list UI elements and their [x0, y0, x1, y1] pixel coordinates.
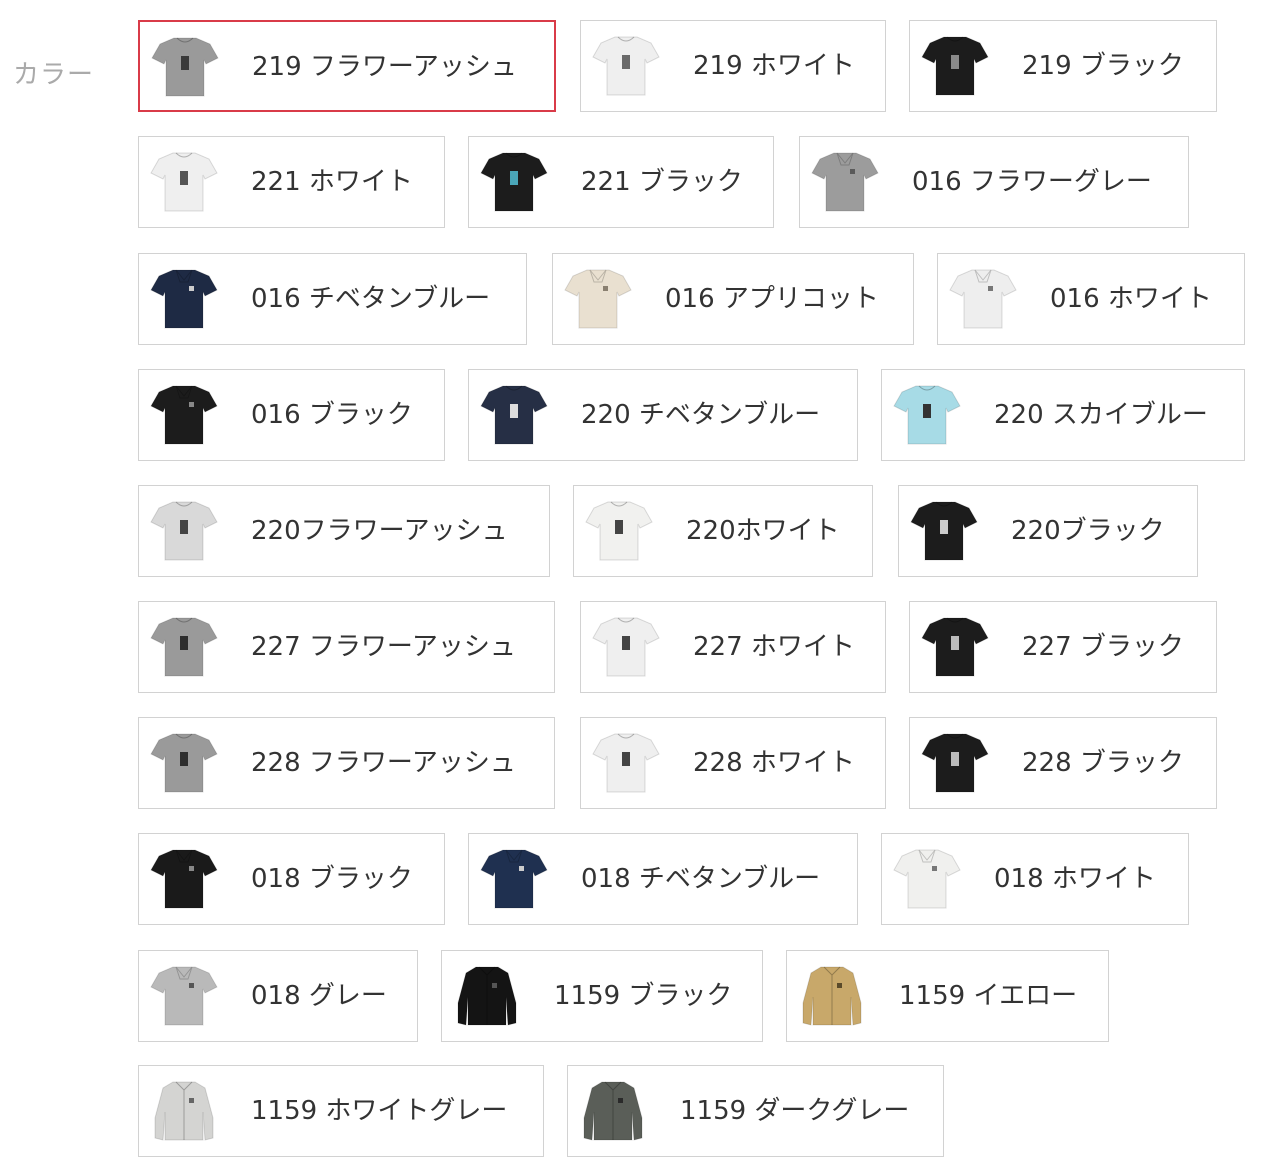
- color-option-button[interactable]: 227 ホワイト: [580, 601, 886, 693]
- color-option-label: 018 チベタンブルー: [581, 864, 821, 894]
- tshirt-thumbnail: [589, 726, 663, 800]
- tshirt-thumbnail: [561, 262, 635, 336]
- color-option-button[interactable]: 227 ブラック: [909, 601, 1217, 693]
- tshirt-thumbnail: [147, 959, 221, 1033]
- color-option-button[interactable]: 219 ホワイト: [580, 20, 886, 112]
- color-option-button[interactable]: 228 フラワーアッシュ: [138, 717, 555, 809]
- color-option-button[interactable]: 1159 ブラック: [441, 950, 763, 1042]
- color-option-button[interactable]: 220フラワーアッシュ: [138, 485, 550, 577]
- color-option-label: 220ホワイト: [686, 516, 840, 546]
- tshirt-thumbnail: [808, 145, 882, 219]
- color-option-label: 228 フラワーアッシュ: [251, 748, 516, 778]
- color-option-button[interactable]: 227 フラワーアッシュ: [138, 601, 555, 693]
- color-option-label: 219 ホワイト: [693, 51, 855, 81]
- tshirt-thumbnail: [589, 29, 663, 103]
- color-option-button[interactable]: 016 ブラック: [138, 369, 445, 461]
- color-option-label: 227 フラワーアッシュ: [251, 632, 516, 662]
- color-option-label: 016 ホワイト: [1050, 284, 1212, 314]
- color-option-button[interactable]: 1159 ホワイトグレー: [138, 1065, 544, 1157]
- color-option-label: 1159 ダークグレー: [680, 1096, 910, 1126]
- color-option-button[interactable]: 220 スカイブルー: [881, 369, 1245, 461]
- color-option-label: 016 ブラック: [251, 400, 413, 430]
- color-option-button[interactable]: 221 ブラック: [468, 136, 774, 228]
- color-option-label: 018 グレー: [251, 981, 387, 1011]
- tshirt-thumbnail: [147, 610, 221, 684]
- color-option-label: 220 チベタンブルー: [581, 400, 821, 430]
- shirt-thumbnail: [147, 1074, 221, 1148]
- tshirt-thumbnail: [918, 610, 992, 684]
- color-option-label: 228 ホワイト: [693, 748, 855, 778]
- color-option-label: 220 スカイブルー: [994, 400, 1208, 430]
- color-option-label: 219 ブラック: [1022, 51, 1184, 81]
- tshirt-thumbnail: [946, 262, 1020, 336]
- tshirt-thumbnail: [147, 145, 221, 219]
- color-option-label: 016 チベタンブルー: [251, 284, 491, 314]
- tshirt-thumbnail: [589, 610, 663, 684]
- color-option-button[interactable]: 016 フラワーグレー: [799, 136, 1189, 228]
- shirt-thumbnail: [576, 1074, 650, 1148]
- color-option-button[interactable]: 1159 イエロー: [786, 950, 1109, 1042]
- color-option-label: 221 ホワイト: [251, 167, 413, 197]
- color-option-label: 219 フラワーアッシュ: [252, 52, 517, 82]
- tshirt-thumbnail: [147, 494, 221, 568]
- color-option-button[interactable]: 228 ホワイト: [580, 717, 886, 809]
- tshirt-thumbnail: [148, 30, 222, 104]
- shirt-thumbnail: [795, 959, 869, 1033]
- color-option-label: 227 ホワイト: [693, 632, 855, 662]
- color-option-button[interactable]: 220 チベタンブルー: [468, 369, 858, 461]
- tshirt-thumbnail: [918, 29, 992, 103]
- color-option-label: 220フラワーアッシュ: [251, 516, 508, 546]
- color-option-label: 1159 ブラック: [554, 981, 733, 1011]
- color-option-label: 016 フラワーグレー: [912, 167, 1152, 197]
- tshirt-thumbnail: [147, 378, 221, 452]
- tshirt-thumbnail: [890, 378, 964, 452]
- tshirt-thumbnail: [907, 494, 981, 568]
- color-option-button[interactable]: 228 ブラック: [909, 717, 1217, 809]
- color-option-button[interactable]: 221 ホワイト: [138, 136, 445, 228]
- color-option-button[interactable]: 018 ブラック: [138, 833, 445, 925]
- tshirt-thumbnail: [147, 842, 221, 916]
- color-option-label: 227 ブラック: [1022, 632, 1184, 662]
- color-option-label: 018 ホワイト: [994, 864, 1156, 894]
- color-option-label: 018 ブラック: [251, 864, 413, 894]
- color-option-button[interactable]: 016 ホワイト: [937, 253, 1245, 345]
- color-option-button[interactable]: 219 フラワーアッシュ: [138, 20, 556, 112]
- color-option-label: 1159 ホワイトグレー: [251, 1096, 508, 1126]
- tshirt-thumbnail: [477, 378, 551, 452]
- tshirt-thumbnail: [477, 842, 551, 916]
- tshirt-thumbnail: [918, 726, 992, 800]
- color-swatch-list: 219 フラワーアッシュ 219 ホワイト 219 ブラック 221 ホワイト 221 …: [0, 0, 1280, 1167]
- color-option-button[interactable]: 1159 ダークグレー: [567, 1065, 944, 1157]
- color-option-label: 220ブラック: [1011, 516, 1165, 546]
- tshirt-thumbnail: [147, 726, 221, 800]
- color-option-button[interactable]: 016 アプリコット: [552, 253, 914, 345]
- tshirt-thumbnail: [147, 262, 221, 336]
- tshirt-thumbnail: [477, 145, 551, 219]
- color-option-button[interactable]: 018 チベタンブルー: [468, 833, 858, 925]
- color-option-button[interactable]: 220ホワイト: [573, 485, 873, 577]
- color-option-button[interactable]: 219 ブラック: [909, 20, 1217, 112]
- tshirt-thumbnail: [890, 842, 964, 916]
- color-option-label: 228 ブラック: [1022, 748, 1184, 778]
- color-option-button[interactable]: 018 グレー: [138, 950, 418, 1042]
- shirt-thumbnail: [450, 959, 524, 1033]
- color-option-label: 221 ブラック: [581, 167, 743, 197]
- color-option-button[interactable]: 016 チベタンブルー: [138, 253, 527, 345]
- color-option-button[interactable]: 220ブラック: [898, 485, 1198, 577]
- color-option-label: 016 アプリコット: [665, 284, 879, 314]
- color-option-label: 1159 イエロー: [899, 981, 1078, 1011]
- color-option-button[interactable]: 018 ホワイト: [881, 833, 1189, 925]
- tshirt-thumbnail: [582, 494, 656, 568]
